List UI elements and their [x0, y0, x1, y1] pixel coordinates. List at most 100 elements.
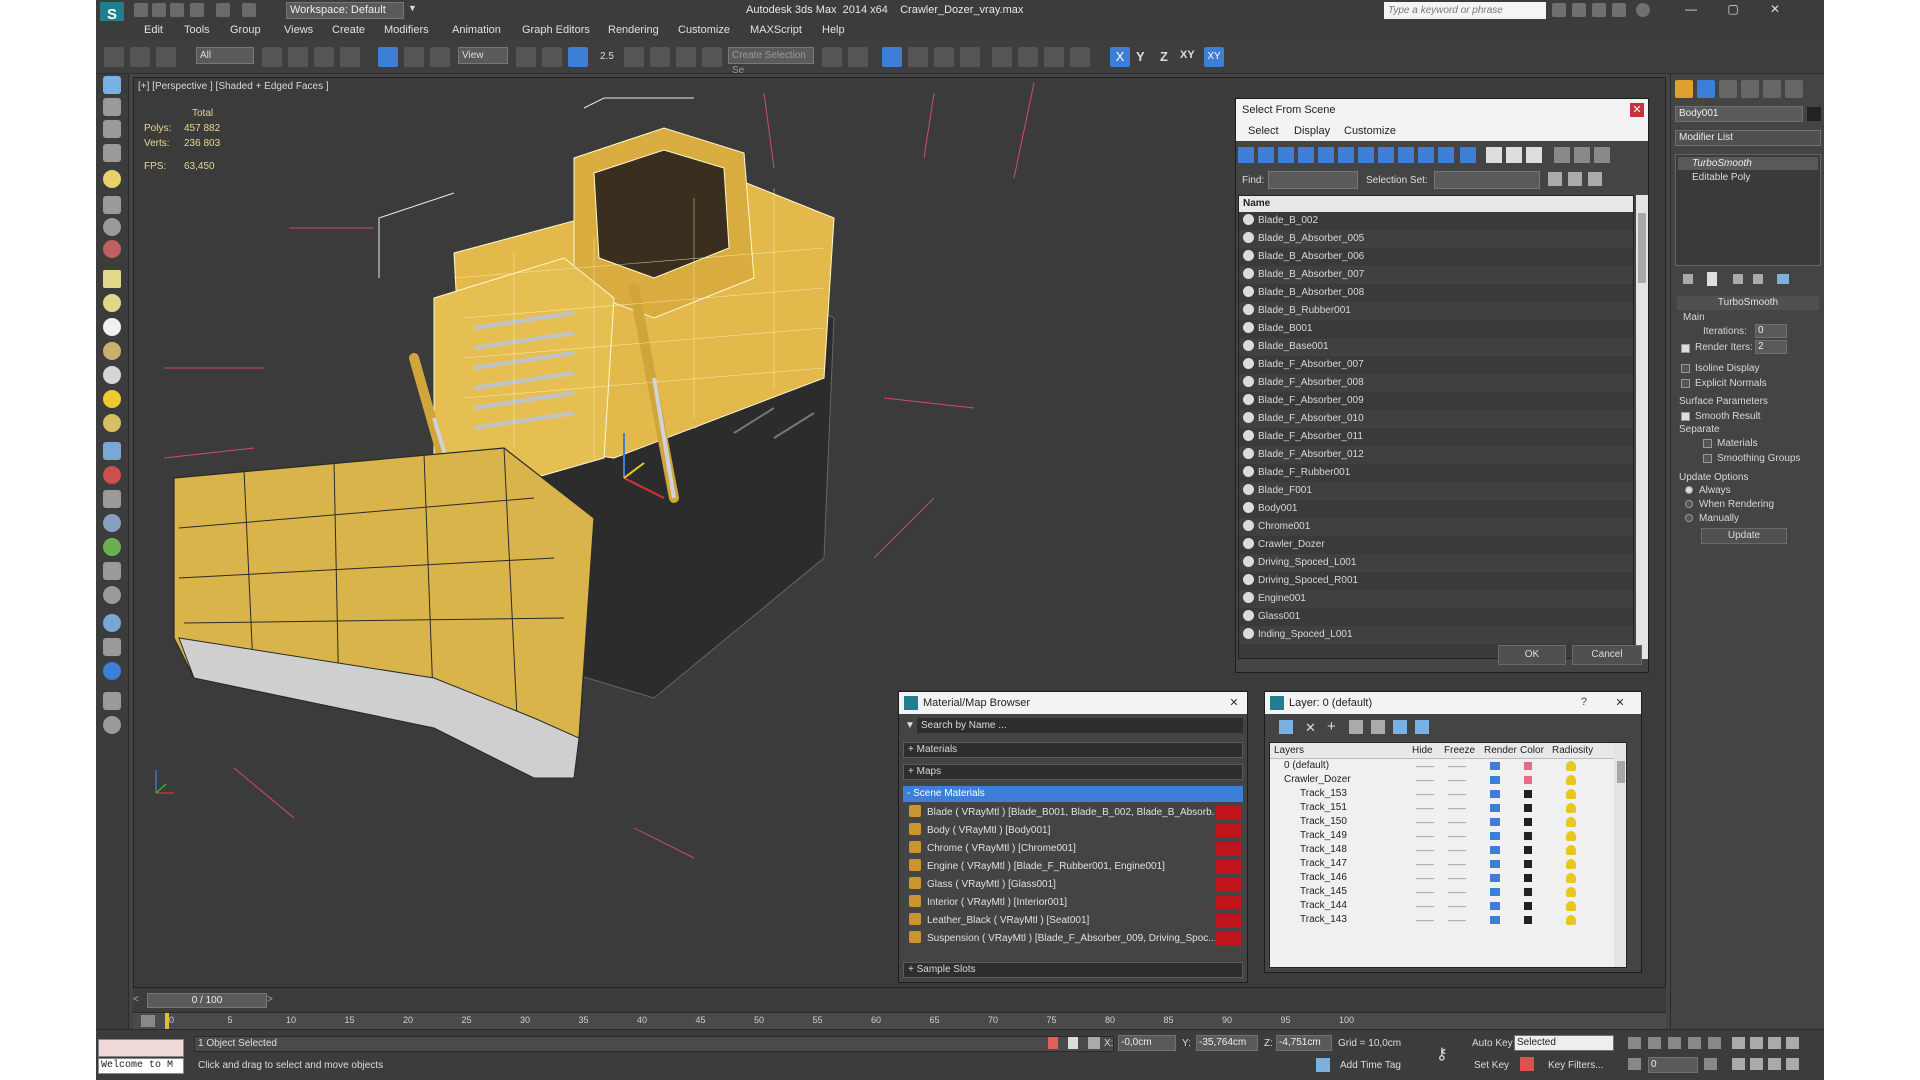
- when-rendering-radio[interactable]: [1685, 500, 1693, 508]
- layer-hide-toggle[interactable]: ——: [1416, 815, 1434, 829]
- menu-customize[interactable]: Customize: [678, 24, 730, 36]
- layer-hide-toggle[interactable]: ——: [1416, 913, 1434, 927]
- menu-rendering[interactable]: Rendering: [608, 24, 659, 36]
- scene-material-item[interactable]: Leather_Black ( VRayMtl ) [Seat001]: [909, 912, 1243, 930]
- workspace-menu-icon[interactable]: ▼: [408, 3, 420, 17]
- stack-item-turbosmooth[interactable]: TurboSmooth: [1678, 157, 1818, 170]
- update-button[interactable]: Update: [1701, 528, 1787, 544]
- sort-icon[interactable]: [1574, 147, 1590, 163]
- menu-tools[interactable]: Tools: [184, 24, 210, 36]
- named-selection-dropdown[interactable]: Create Selection Se: [728, 47, 814, 76]
- menu-graph-editors[interactable]: Graph Editors: [522, 24, 590, 36]
- scene-list-item[interactable]: Blade_B_Rubber001: [1239, 302, 1633, 320]
- absolute-mode-icon[interactable]: [1088, 1037, 1100, 1049]
- layer-color-swatch[interactable]: [1524, 846, 1532, 854]
- teapot-render-icon[interactable]: [1490, 888, 1500, 896]
- column-layers[interactable]: Layers: [1274, 745, 1304, 756]
- column-hide[interactable]: Hide: [1412, 745, 1433, 756]
- layer-color-swatch[interactable]: [1524, 902, 1532, 910]
- display-tab-icon[interactable]: [1763, 80, 1781, 98]
- select-none-icon[interactable]: [1506, 147, 1522, 163]
- layer-color-swatch[interactable]: [1524, 804, 1532, 812]
- pivot-center-icon[interactable]: [516, 47, 536, 67]
- reactor-icon[interactable]: [103, 614, 121, 632]
- remove-modifier-icon[interactable]: [1753, 274, 1763, 284]
- scene-materials-group-header[interactable]: - Scene Materials: [903, 786, 1243, 802]
- display-frozen-icon[interactable]: [1438, 147, 1454, 163]
- layer-freeze-toggle[interactable]: ——: [1448, 871, 1466, 885]
- project-folder-icon[interactable]: [242, 3, 256, 17]
- layer-color-swatch[interactable]: [1524, 916, 1532, 924]
- select-from-scene-close-button[interactable]: ✕: [1630, 103, 1644, 117]
- options-icon[interactable]: [1594, 147, 1610, 163]
- column-color[interactable]: Color: [1520, 745, 1544, 756]
- configure-modifier-sets-icon[interactable]: [1777, 274, 1789, 284]
- snapshot-icon[interactable]: [103, 638, 121, 656]
- layer-freeze-toggle[interactable]: ——: [1448, 801, 1466, 815]
- select-all-icon[interactable]: [1486, 147, 1502, 163]
- sfs-menu-customize[interactable]: Customize: [1344, 125, 1396, 137]
- toggle-ribbon-icon[interactable]: [908, 47, 928, 67]
- window-crossing-icon[interactable]: [340, 47, 360, 67]
- question-icon[interactable]: [103, 716, 121, 734]
- radiosity-lightbulb-icon[interactable]: [1566, 859, 1576, 869]
- layer-row[interactable]: Track_143 —— ——: [1270, 913, 1614, 927]
- filter-icon[interactable]: [1554, 147, 1570, 163]
- save-file-icon[interactable]: [170, 3, 184, 17]
- scene-material-item[interactable]: Body ( VRayMtl ) [Body001]: [909, 822, 1243, 840]
- scene-list-item[interactable]: Blade_F_Absorber_010: [1239, 410, 1633, 428]
- menu-group[interactable]: Group: [230, 24, 261, 36]
- scene-list-item[interactable]: Driving_Spoced_R001: [1239, 572, 1633, 590]
- zoom-extents-all-icon[interactable]: [1786, 1037, 1799, 1049]
- key-mode-toggle-icon[interactable]: [1628, 1058, 1641, 1070]
- time-tag-icon[interactable]: [1316, 1058, 1330, 1072]
- layer-row[interactable]: Track_149 —— ——: [1270, 829, 1614, 843]
- render-production-icon[interactable]: [1070, 47, 1090, 67]
- redo-icon[interactable]: [216, 3, 230, 17]
- scene-material-item[interactable]: Glass ( VRayMtl ) [Glass001]: [909, 876, 1243, 894]
- scene-list-item[interactable]: Blade_B_002: [1239, 212, 1633, 230]
- column-radiosity[interactable]: Radiosity: [1552, 745, 1593, 756]
- motion-tab-icon[interactable]: [1741, 80, 1759, 98]
- axis-xy-cycle-button[interactable]: XY: [1204, 47, 1224, 67]
- time-slider-prev-icon[interactable]: <: [133, 994, 147, 1008]
- scene-list-item[interactable]: Blade_F_Absorber_012: [1239, 446, 1633, 464]
- document-icon[interactable]: [103, 120, 121, 138]
- render-icon[interactable]: [103, 662, 121, 680]
- time-slider[interactable]: 0 / 100: [147, 993, 267, 1008]
- dynamics-icon[interactable]: [103, 466, 121, 484]
- menu-views[interactable]: Views: [284, 24, 313, 36]
- select-and-move-icon[interactable]: [378, 47, 398, 67]
- angle-snap-icon[interactable]: [624, 47, 644, 67]
- material-search-input[interactable]: Search by Name ...: [917, 718, 1243, 733]
- teapot-render-icon[interactable]: [1490, 902, 1500, 910]
- teapot-render-icon[interactable]: [1490, 790, 1500, 798]
- menu-maxscript[interactable]: MAXScript: [750, 24, 802, 36]
- object-name-field[interactable]: Body001: [1675, 106, 1803, 122]
- previous-frame-icon[interactable]: [1648, 1037, 1661, 1049]
- box-primitive-icon[interactable]: [103, 270, 121, 288]
- percent-snap-icon[interactable]: [650, 47, 670, 67]
- menu-animation[interactable]: Animation: [452, 24, 501, 36]
- layer-freeze-toggle[interactable]: ——: [1448, 885, 1466, 899]
- find-input[interactable]: [1268, 171, 1358, 189]
- radiosity-lightbulb-icon[interactable]: [1566, 789, 1576, 799]
- search-input[interactable]: Type a keyword or phrase: [1384, 2, 1546, 19]
- time-configuration-icon[interactable]: [1704, 1058, 1717, 1070]
- select-and-scale-icon[interactable]: [430, 47, 450, 67]
- layer-hide-toggle[interactable]: ——: [1416, 787, 1434, 801]
- z-coord-field[interactable]: -4,751cm: [1276, 1035, 1332, 1051]
- layer-color-swatch[interactable]: [1524, 888, 1532, 896]
- torus-primitive-icon[interactable]: [103, 342, 121, 360]
- radiosity-lightbulb-icon[interactable]: [1566, 887, 1576, 897]
- highlight-layer-icon[interactable]: [1371, 720, 1385, 734]
- bind-space-warp-icon[interactable]: [156, 47, 176, 67]
- delete-layer-icon[interactable]: ✕: [1305, 720, 1316, 736]
- axis-x-button[interactable]: X: [1110, 47, 1130, 67]
- radiosity-lightbulb-icon[interactable]: [1566, 775, 1576, 785]
- display-cameras-icon[interactable]: [1298, 147, 1314, 163]
- layer-color-swatch[interactable]: [1524, 860, 1532, 868]
- set-key-icon[interactable]: [1520, 1057, 1534, 1071]
- scene-material-item[interactable]: Interior ( VRayMtl ) [Interior001]: [909, 894, 1243, 912]
- iterations-spinner[interactable]: 0: [1755, 324, 1787, 338]
